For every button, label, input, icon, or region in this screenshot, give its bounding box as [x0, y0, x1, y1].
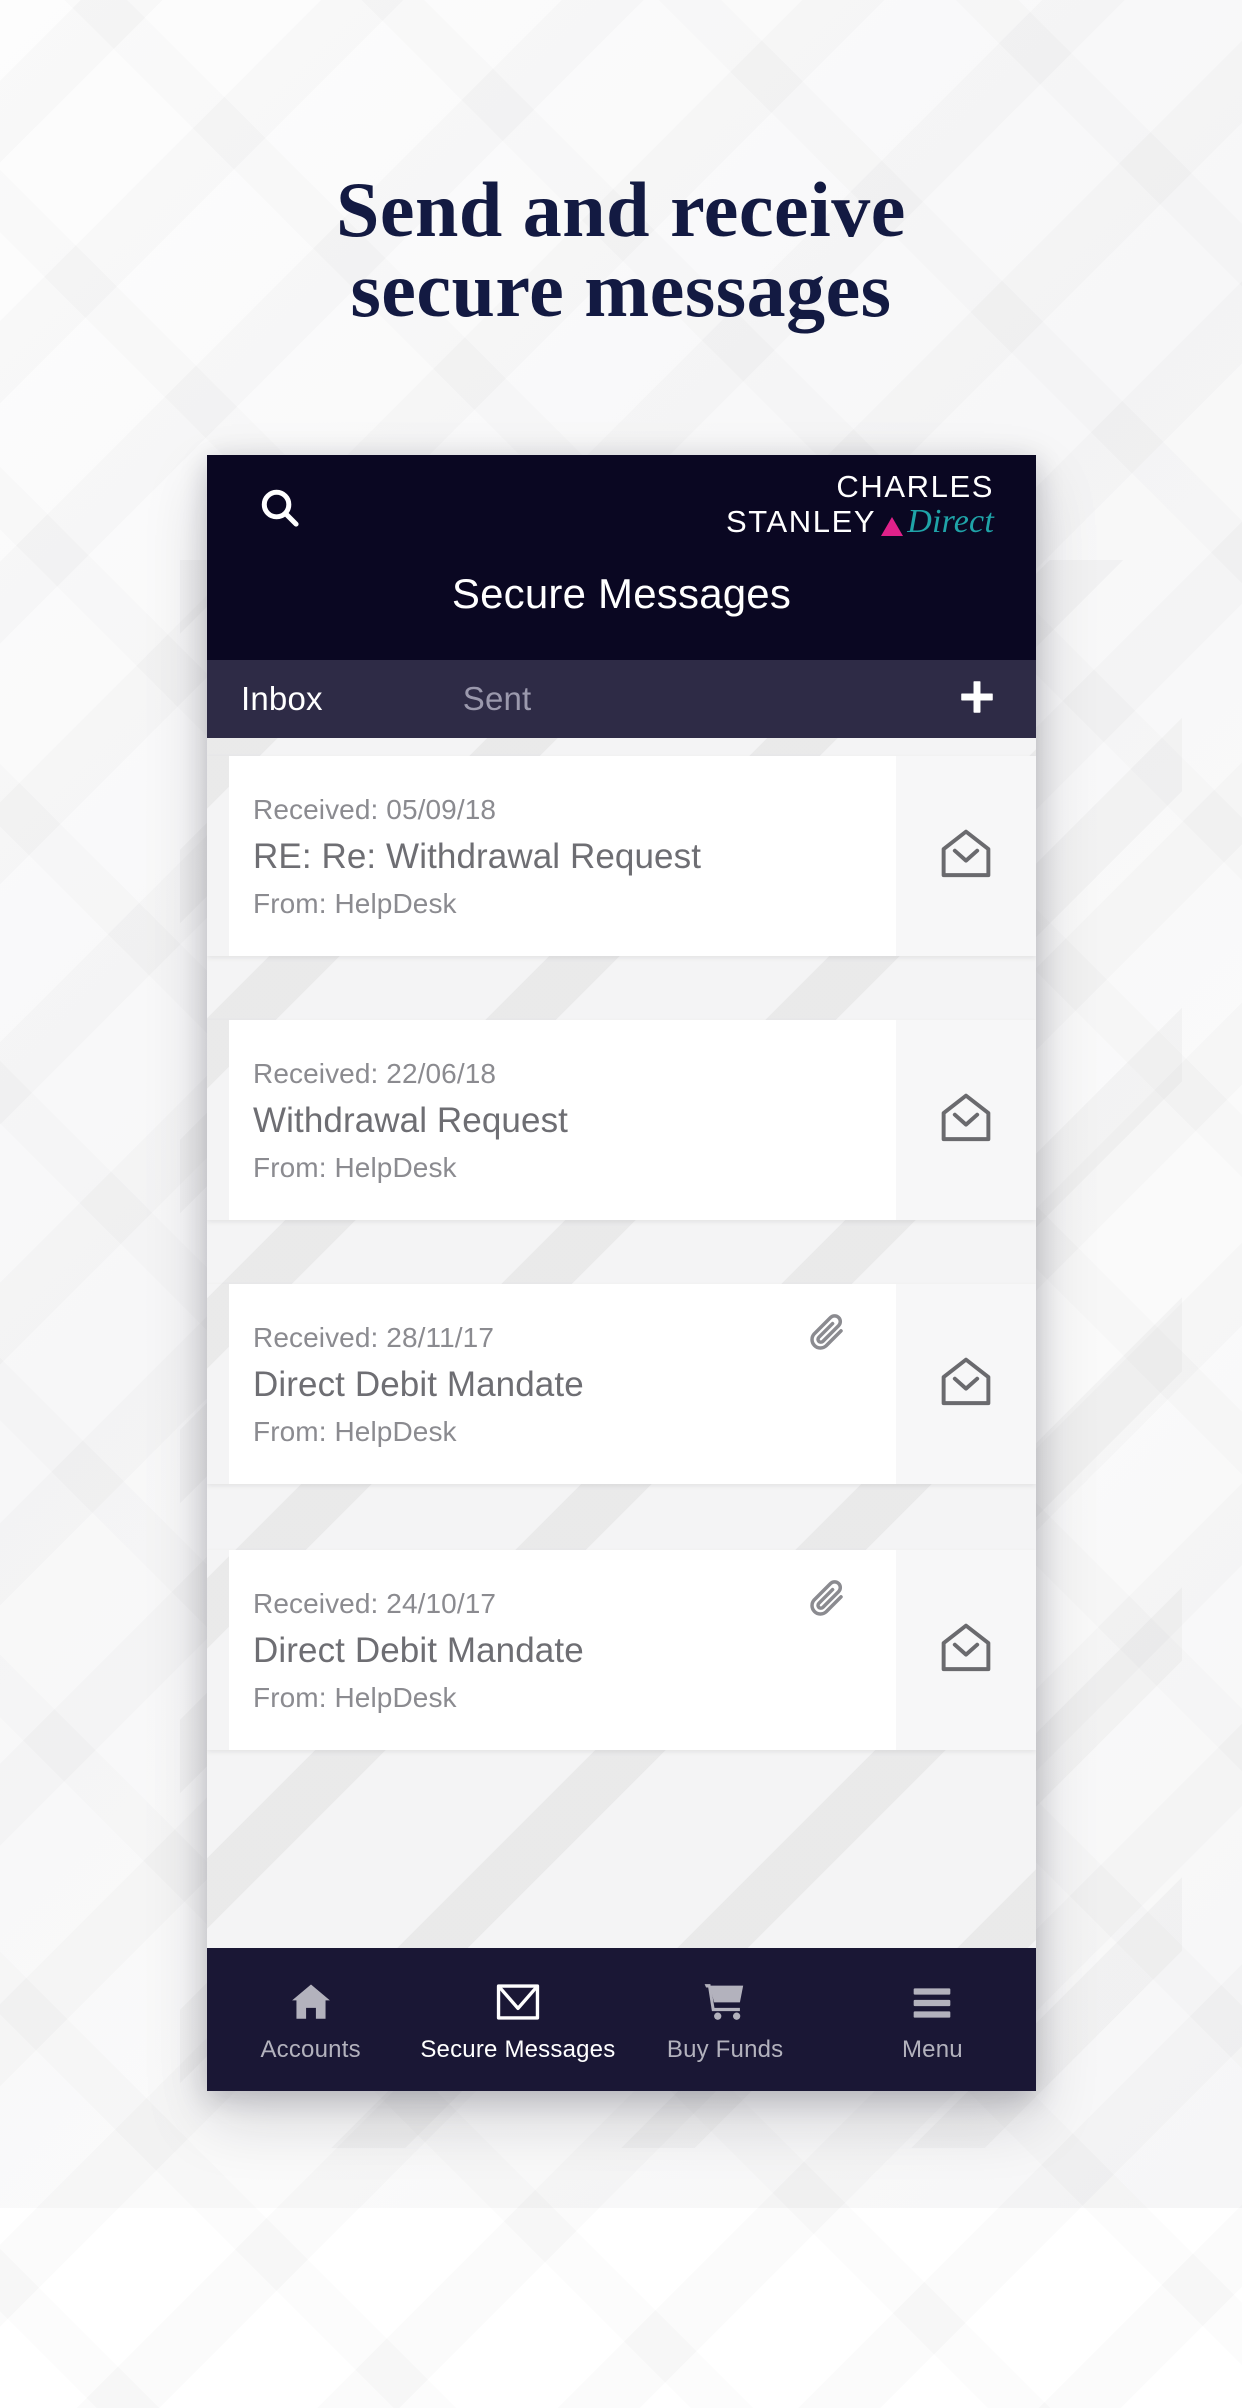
message-row[interactable]: Received: 24/10/17 Direct Debit Mandate …	[207, 1550, 1036, 1750]
open-envelope-icon	[937, 827, 995, 886]
message-content: Received: 05/09/18 RE: Re: Withdrawal Re…	[229, 756, 896, 956]
hamburger-icon	[910, 1976, 954, 2022]
nav-label-secure-messages: Secure Messages	[420, 2035, 616, 2063]
message-sender: From: HelpDesk	[253, 1152, 457, 1183]
message-received-date: Received: 28/11/17	[253, 1322, 495, 1353]
search-icon	[257, 485, 303, 531]
cart-icon	[703, 1976, 747, 2022]
brand-text-stanley: STANLEY	[726, 504, 877, 540]
tab-sent[interactable]: Sent	[463, 680, 532, 718]
headline-line-2: secure messages	[350, 245, 892, 333]
headline-line-1: Send and receive	[336, 166, 906, 254]
message-subject: Withdrawal Request	[253, 1101, 568, 1140]
message-status[interactable]	[896, 1284, 1036, 1484]
message-subject: RE: Re: Withdrawal Request	[253, 837, 702, 876]
tab-inbox[interactable]: Inbox	[241, 680, 323, 718]
nav-label-accounts: Accounts	[260, 2035, 361, 2063]
message-subject: Direct Debit Mandate	[253, 1631, 584, 1670]
open-envelope-icon	[937, 1091, 995, 1150]
message-row[interactable]: Received: 22/06/18 Withdrawal Request Fr…	[207, 1020, 1036, 1220]
message-sender: From: HelpDesk	[253, 888, 457, 919]
message-received-date: Received: 22/06/18	[253, 1058, 497, 1089]
nav-label-menu: Menu	[901, 2035, 963, 2063]
message-row[interactable]: Received: 05/09/18 RE: Re: Withdrawal Re…	[207, 756, 1036, 956]
message-status[interactable]	[896, 1020, 1036, 1220]
tab-bar: Inbox Sent	[207, 660, 1036, 738]
paperclip-icon	[806, 1576, 850, 1620]
message-content: Received: 22/06/18 Withdrawal Request Fr…	[229, 1020, 896, 1220]
brand-text-direct: Direct	[907, 503, 994, 540]
message-list: Received: 05/09/18 RE: Re: Withdrawal Re…	[207, 738, 1036, 1948]
message-status[interactable]	[896, 1550, 1036, 1750]
phone-screenshot: CHARLES STANLEY Direct Secure Messages I…	[207, 455, 1036, 2091]
message-subject: Direct Debit Mandate	[253, 1365, 584, 1404]
open-envelope-icon	[937, 1355, 995, 1414]
message-sender: From: HelpDesk	[253, 1682, 457, 1713]
message-content: Received: 24/10/17 Direct Debit Mandate …	[229, 1550, 896, 1750]
nav-label-buy-funds: Buy Funds	[666, 2035, 784, 2063]
message-row[interactable]: Received: 28/11/17 Direct Debit Mandate …	[207, 1284, 1036, 1484]
envelope-icon	[495, 1976, 541, 2022]
paperclip-icon	[806, 1310, 850, 1354]
nav-item-menu[interactable]: Menu	[829, 1976, 1036, 2064]
app-header: CHARLES STANLEY Direct Secure Messages	[207, 455, 1036, 660]
page-headline: Send and receive secure messages	[0, 170, 1242, 329]
bottom-navigation: Accounts Secure Messages Buy Funds Menu	[207, 1948, 1036, 2091]
page-title: Secure Messages	[451, 570, 792, 617]
message-content: Received: 28/11/17 Direct Debit Mandate …	[229, 1284, 896, 1484]
nav-item-buy-funds[interactable]: Buy Funds	[622, 1976, 829, 2064]
brand-line-charles: CHARLES	[836, 469, 994, 504]
nav-item-secure-messages[interactable]: Secure Messages	[414, 1976, 621, 2064]
brand-triangle-icon	[881, 517, 904, 537]
plus-icon	[955, 675, 999, 724]
home-icon	[289, 1976, 333, 2022]
compose-message-button[interactable]	[952, 674, 1002, 724]
brand-line-stanley-direct: STANLEY Direct	[726, 503, 994, 540]
brand-logo: CHARLES STANLEY Direct	[726, 469, 994, 540]
open-envelope-icon	[937, 1621, 995, 1680]
message-status[interactable]	[896, 756, 1036, 956]
message-received-date: Received: 05/09/18	[253, 794, 497, 825]
search-button[interactable]	[253, 481, 307, 535]
message-received-date: Received: 24/10/17	[253, 1588, 497, 1619]
nav-item-accounts[interactable]: Accounts	[207, 1976, 414, 2064]
message-sender: From: HelpDesk	[253, 1416, 457, 1447]
